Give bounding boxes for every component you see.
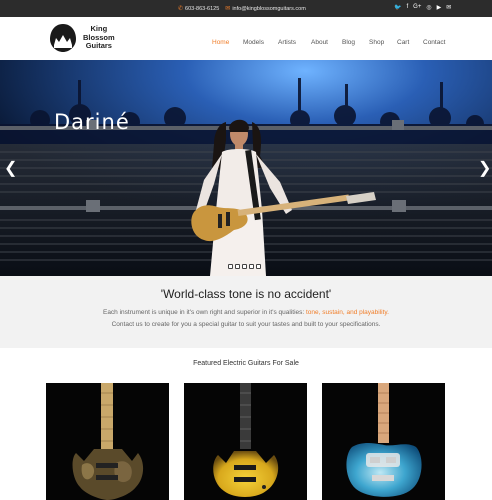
social-links: 🐦 f G+ ◎ ▶ ✉ [394, 4, 451, 11]
email-icon: ✉ [225, 6, 231, 12]
hero-slider: Dariné ❮ ❯ [0, 60, 492, 276]
top-bar: ✆ 603-863-6125 ✉ info@kingblossomguitars… [0, 0, 492, 17]
intro-text: Each instrument is unique in it's own ri… [0, 307, 492, 331]
slider-prev-arrow-icon[interactable]: ❮ [4, 158, 17, 178]
slide-dot[interactable] [235, 264, 240, 269]
nav-about[interactable]: About [311, 39, 328, 46]
youtube-icon[interactable]: ▶ [437, 4, 442, 11]
contact-info: ✆ 603-863-6125 ✉ info@kingblossomguitars… [178, 5, 306, 13]
hero-title: Dariné [54, 110, 130, 134]
intro-line2: Contact us to create for you a special g… [111, 321, 381, 328]
slide-dot[interactable] [228, 264, 233, 269]
intro-line1: Each instrument is unique in it's own ri… [102, 309, 306, 316]
intro-highlight: tone, sustain, and playability. [306, 309, 389, 316]
intro-section: 'World-class tone is no accident' Each i… [0, 276, 492, 348]
slide-dot[interactable] [242, 264, 247, 269]
phone-icon: ✆ [178, 6, 184, 12]
facebook-icon[interactable]: f [406, 4, 408, 11]
product-image-3 [346, 383, 422, 497]
slider-next-arrow-icon[interactable]: ❯ [478, 158, 491, 178]
slide-dot[interactable] [256, 264, 261, 269]
mail-social-icon[interactable]: ✉ [446, 4, 451, 11]
product-card-1[interactable] [46, 383, 169, 500]
product-image-1 [72, 383, 144, 500]
nav-cart[interactable]: Cart [397, 39, 409, 46]
site-header: King Blossom Guitars Home Models Artists… [0, 17, 492, 60]
nav-shop[interactable]: Shop [369, 39, 384, 46]
instagram-icon[interactable]: ◎ [426, 4, 431, 11]
slider-pagination [228, 264, 261, 269]
phone-contact[interactable]: ✆ 603-863-6125 [178, 5, 219, 13]
product-card-2[interactable] [184, 383, 307, 500]
slide-dot[interactable] [249, 264, 254, 269]
intro-heading: 'World-class tone is no accident' [160, 287, 332, 301]
featured-heading: Featured Electric Guitars For Sale [193, 360, 299, 367]
email-contact[interactable]: ✉ info@kingblossomguitars.com [225, 5, 305, 13]
nav-models[interactable]: Models [243, 39, 264, 46]
main-nav: Home Models Artists About Blog Shop Cart… [0, 39, 492, 49]
google-plus-icon[interactable]: G+ [413, 4, 421, 11]
hero-image [0, 60, 492, 276]
phone-number[interactable]: 603-863-6125 [185, 6, 219, 12]
nav-blog[interactable]: Blog [342, 39, 355, 46]
featured-section: Featured Electric Guitars For Sale [0, 348, 492, 500]
nav-artists[interactable]: Artists [278, 39, 296, 46]
email-address[interactable]: info@kingblossomguitars.com [232, 6, 305, 12]
twitter-icon[interactable]: 🐦 [394, 4, 401, 11]
nav-contact[interactable]: Contact [423, 39, 445, 46]
product-card-3[interactable] [322, 383, 445, 500]
nav-home[interactable]: Home [212, 39, 229, 46]
product-image-2 [213, 383, 279, 497]
